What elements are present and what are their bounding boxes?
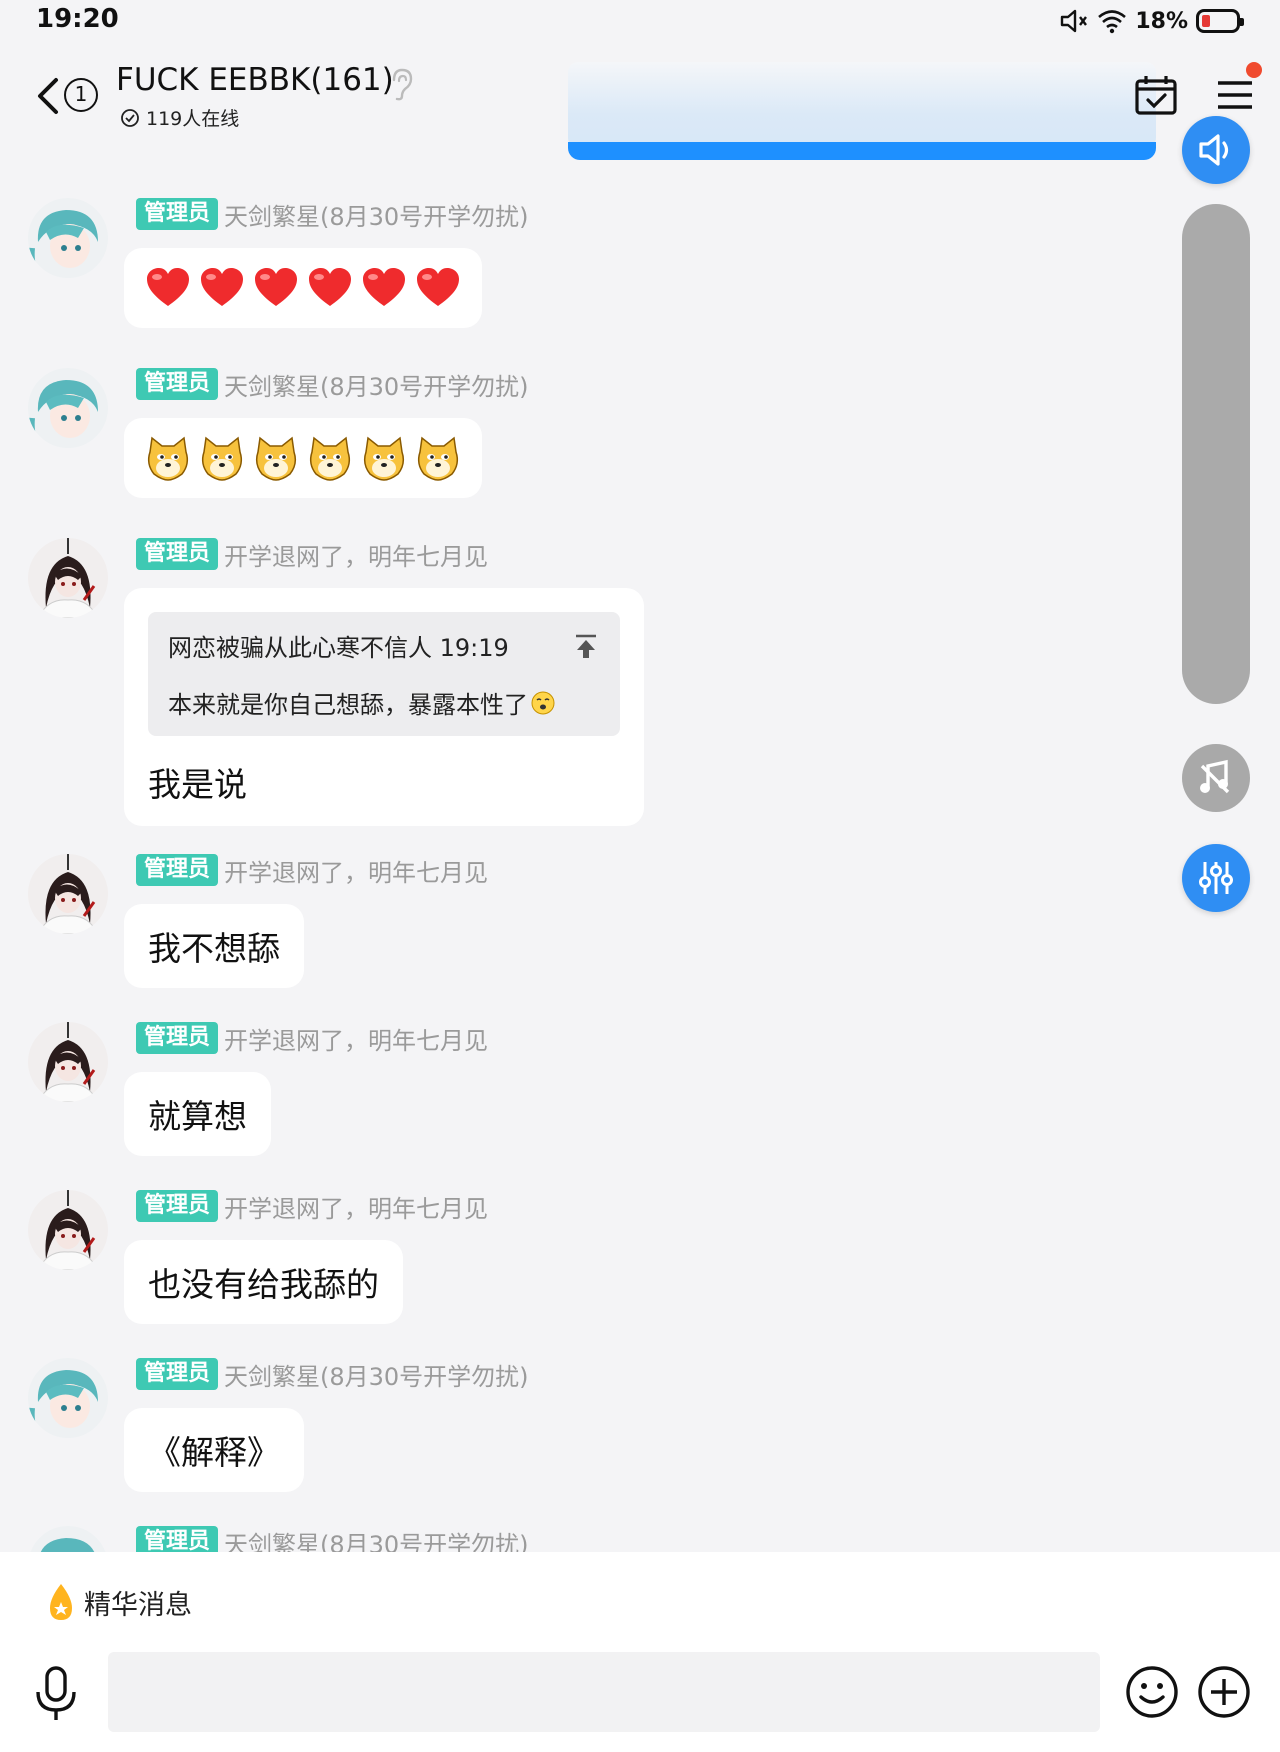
voice-room-bar[interactable] <box>568 142 1156 160</box>
admin-badge: 管理员 <box>136 368 219 400</box>
doge-emoji-icon <box>417 436 459 481</box>
group-title[interactable]: FUCK EEBBK(161) <box>116 62 394 98</box>
flame-icon <box>50 1584 72 1620</box>
microphone-icon[interactable] <box>32 1664 80 1724</box>
unread-count-badge[interactable]: 1 <box>64 78 98 112</box>
sender-name[interactable]: 天剑繁星(8月30号开学勿扰) <box>224 1525 529 1553</box>
doge-emoji-icon <box>201 436 243 481</box>
heart-emoji-icon <box>417 268 459 306</box>
heart-emoji-icon <box>147 268 189 306</box>
admin-badge: 管理员 <box>136 198 219 230</box>
teal-hair-avatar[interactable] <box>28 198 108 278</box>
side-scroll-track[interactable] <box>1182 204 1250 704</box>
quote-body: 本来就是你自己想舔，暴露本性了 <box>168 685 600 720</box>
message-bubble[interactable]: 也没有给我舔的 <box>124 1240 403 1324</box>
message-bubble[interactable] <box>124 248 482 328</box>
voice-room-banner[interactable] <box>568 62 1156 148</box>
sender-row: 管理员 开学退网了，明年七月见 <box>136 1189 488 1224</box>
dark-hair-avatar[interactable] <box>28 1022 108 1102</box>
admin-badge: 管理员 <box>136 1022 219 1054</box>
essence-messages-entry[interactable]: 精华消息 <box>46 1582 192 1622</box>
muted-speaker-icon <box>1061 9 1088 33</box>
message-text: 我是说 <box>148 765 247 804</box>
message-bubble[interactable] <box>124 418 482 498</box>
online-status[interactable]: 119人在线 <box>120 104 239 131</box>
emoji-icon[interactable] <box>1124 1664 1180 1720</box>
heart-emoji-icon <box>309 268 351 306</box>
music-button[interactable] <box>1182 744 1250 812</box>
mixer-button[interactable] <box>1182 844 1250 912</box>
teal-hair-avatar[interactable] <box>28 368 108 448</box>
admin-badge: 管理员 <box>136 854 219 886</box>
status-icons: 18% <box>1059 8 1244 34</box>
quote-header: 网恋被骗从此心寒不信人 19:19 <box>168 628 600 663</box>
message-bubble[interactable]: 《解释》 <box>124 1408 304 1492</box>
teal-hair-avatar[interactable] <box>28 1526 108 1552</box>
heart-emoji-icon <box>201 268 243 306</box>
doge-emoji-icon <box>309 436 351 481</box>
battery-icon <box>1196 9 1244 33</box>
ear-icon[interactable] <box>386 66 416 102</box>
sender-name[interactable]: 天剑繁星(8月30号开学勿扰) <box>224 367 529 402</box>
speaker-icon <box>1199 134 1229 166</box>
admin-badge: 管理员 <box>136 1526 219 1552</box>
doge-emoji-icon <box>147 436 189 481</box>
admin-badge: 管理员 <box>136 538 219 570</box>
admin-badge: 管理员 <box>136 1190 219 1222</box>
message-bubble[interactable]: 就算想 <box>124 1072 271 1156</box>
heart-emoji-icon <box>363 268 405 306</box>
emoji-row <box>144 264 462 312</box>
heart-emoji-icon <box>255 268 297 306</box>
menu-icon[interactable] <box>1216 78 1254 112</box>
online-count-text: 119人在线 <box>146 108 240 130</box>
sender-row: 管理员 开学退网了，明年七月见 <box>136 1021 488 1056</box>
check-circle-icon <box>121 108 139 127</box>
doge-emoji-icon <box>363 436 405 481</box>
status-time: 19:20 <box>36 4 119 34</box>
smirk-emoji-icon <box>531 691 555 714</box>
message-input[interactable] <box>108 1652 1100 1732</box>
message-bubble[interactable]: 我不想舔 <box>124 904 304 988</box>
sender-row: 管理员 天剑繁星(8月30号开学勿扰) <box>136 1526 529 1552</box>
doge-emoji-icon <box>255 436 297 481</box>
quoted-message[interactable]: 网恋被骗从此心寒不信人 19:19 本来就是你自己想舔，暴露本性了 <box>148 612 620 736</box>
sender-name[interactable]: 开学退网了，明年七月见 <box>224 853 488 888</box>
back-arrow-icon[interactable] <box>28 70 68 122</box>
sender-row: 管理员 天剑繁星(8月30号开学勿扰) <box>136 197 529 232</box>
dark-hair-avatar[interactable] <box>28 538 108 618</box>
sender-name[interactable]: 开学退网了，明年七月见 <box>224 1189 488 1224</box>
status-bar: 19:20 18% <box>0 0 1280 44</box>
music-note-icon <box>1200 759 1230 794</box>
sliders-icon <box>1199 862 1233 894</box>
calendar-check-icon[interactable] <box>1134 74 1178 116</box>
notification-dot <box>1246 62 1262 78</box>
sender-name[interactable]: 开学退网了，明年七月见 <box>224 537 488 572</box>
emoji-row <box>144 434 462 482</box>
sender-row: 管理员 开学退网了，明年七月见 <box>136 853 488 888</box>
sender-row: 管理员 天剑繁星(8月30号开学勿扰) <box>136 367 529 402</box>
sender-row: 管理员 开学退网了，明年七月见 <box>136 537 488 572</box>
message-list[interactable]: 管理员 天剑繁星(8月30号开学勿扰) 管理员 天剑繁星(8月30号开学勿扰) <box>0 170 1160 1552</box>
wifi-icon <box>1098 10 1127 34</box>
sender-row: 管理员 天剑繁星(8月30号开学勿扰) <box>136 1357 529 1392</box>
sender-name[interactable]: 天剑繁星(8月30号开学勿扰) <box>224 197 529 232</box>
plus-icon[interactable] <box>1196 1664 1252 1720</box>
dark-hair-avatar[interactable] <box>28 1190 108 1270</box>
jump-to-top-icon[interactable] <box>572 632 600 660</box>
admin-badge: 管理员 <box>136 1358 219 1390</box>
speaker-button[interactable] <box>1182 116 1250 184</box>
sender-name[interactable]: 天剑繁星(8月30号开学勿扰) <box>224 1357 529 1392</box>
message-bubble[interactable]: 网恋被骗从此心寒不信人 19:19 本来就是你自己想舔，暴露本性了 我是说 <box>124 588 644 826</box>
teal-hair-avatar[interactable] <box>28 1358 108 1438</box>
essence-label: 精华消息 <box>84 1589 192 1621</box>
quote-author-time: 网恋被骗从此心寒不信人 19:19 <box>168 634 509 662</box>
battery-percent: 18% <box>1135 8 1188 34</box>
dark-hair-avatar[interactable] <box>28 854 108 934</box>
bottom-panel: 精华消息 <box>0 1552 1280 1752</box>
sender-name[interactable]: 开学退网了，明年七月见 <box>224 1021 488 1056</box>
quote-text: 本来就是你自己想舔，暴露本性了 <box>168 691 528 719</box>
